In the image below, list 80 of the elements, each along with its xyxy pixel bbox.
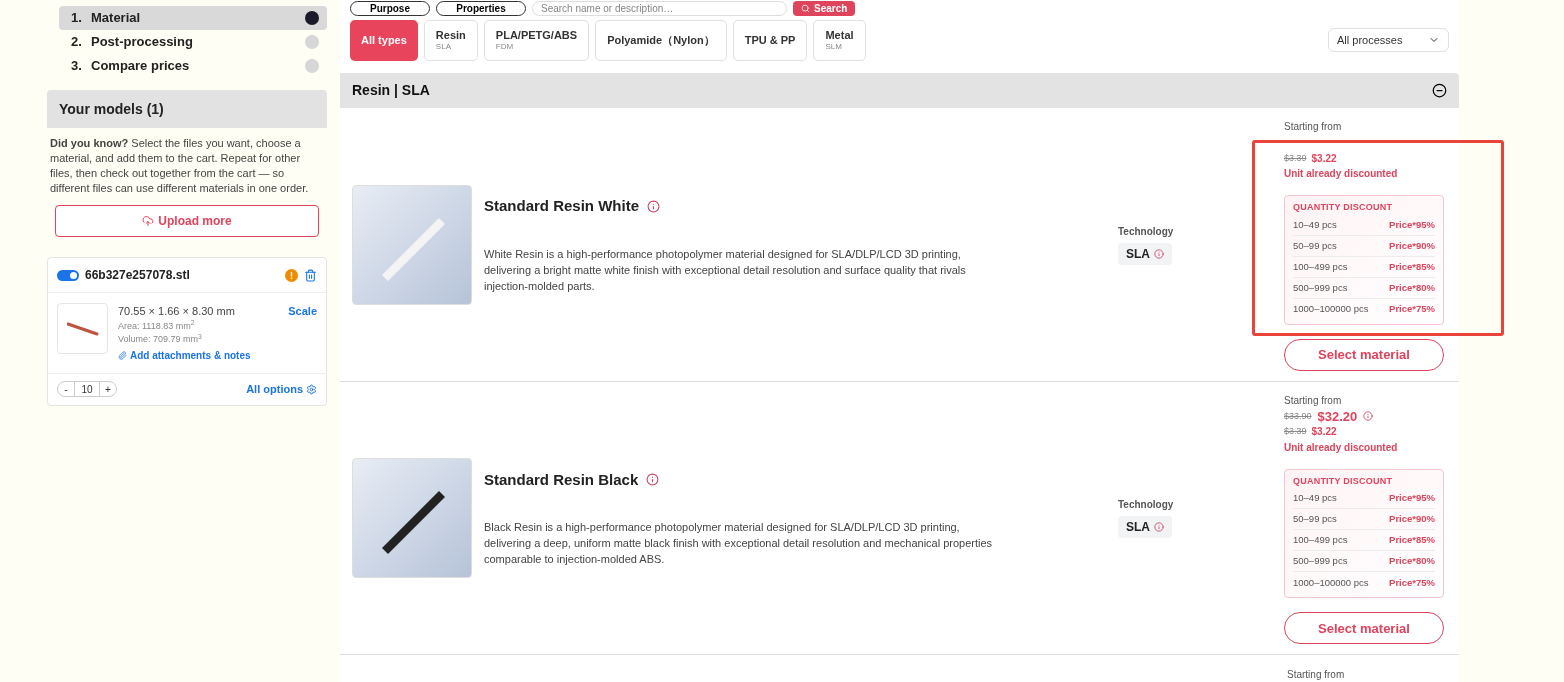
- volume-text: Volume: 709.79 mm$^{3}$: [118, 333, 203, 346]
- info-icon[interactable]: [646, 473, 660, 487]
- discount-rate: Price*80%: [1389, 554, 1435, 569]
- starting-from-label: Starting from: [1284, 120, 1343, 135]
- search-icon: [801, 4, 810, 14]
- cloud-upload-icon: [142, 215, 155, 227]
- type-tab[interactable]: PLA/PETG/ABS FDM: [483, 19, 590, 61]
- step-item[interactable]: 3. Compare prices: [59, 54, 327, 78]
- unit-price: $3.22: [1311, 152, 1337, 166]
- quantity-range: 10–49 pcs: [1293, 491, 1337, 506]
- collapse-icon[interactable]: [1432, 83, 1447, 99]
- discount-title: QUANTITY DISCOUNT: [1293, 474, 1394, 488]
- discount-title: QUANTITY DISCOUNT: [1293, 201, 1394, 215]
- warning-icon: [285, 268, 298, 282]
- area-text: Area: 1118.83 mm$^{2}$: [118, 319, 196, 333]
- section-header[interactable]: Resin | SLA: [340, 72, 1459, 109]
- search-button[interactable]: Search: [793, 1, 856, 17]
- quantity-range: 100–499 pcs: [1293, 259, 1348, 274]
- price: $32.20: [1317, 407, 1358, 426]
- search-field[interactable]: Search name or description…: [532, 1, 787, 17]
- quantity-range: 500–999 pcs: [1293, 554, 1348, 569]
- type-tab[interactable]: All types: [350, 19, 418, 61]
- discount-rate: Price*95%: [1389, 491, 1435, 506]
- discount-rate: Price*85%: [1389, 533, 1435, 548]
- technology-badge: SLA: [1118, 516, 1172, 539]
- trash-icon[interactable]: [304, 268, 317, 282]
- quantity-range: 10–49 pcs: [1293, 217, 1337, 232]
- minus-button[interactable]: -: [58, 381, 74, 397]
- material-description: White Resin is a high-performance photopolymer material designed for SLA/DLP/LCD 3D printing, delivering a bright matte white finish with exceptional detail resolution and surface quality that rivals injection-molded parts.: [484, 246, 967, 294]
- type-tab[interactable]: Metal SLM: [813, 19, 866, 61]
- settings-icon: [306, 383, 317, 395]
- unit-price: $3.22: [1311, 425, 1337, 440]
- old-price: $33.90: [1284, 409, 1312, 423]
- quantity-range: 50–99 pcs: [1293, 512, 1337, 527]
- technology-label: Technology: [1118, 225, 1175, 240]
- select-material-button[interactable]: Select material: [1284, 612, 1444, 645]
- quantity-range: 1000–100000 pcs: [1293, 575, 1369, 590]
- paperclip-icon: [118, 350, 127, 360]
- tip-text: Did you know? Select the files you want, choose a material, and add them to the cart. Repeat for other files, then check out together from the cart — so different files can use different materials in one order.: [49, 136, 310, 196]
- discount-rate: Price*75%: [1389, 575, 1435, 590]
- file-name: 66b327e257078.stl: [85, 267, 191, 284]
- plus-button[interactable]: +: [100, 381, 116, 397]
- starting-from-label: Starting from: [1287, 668, 1345, 682]
- material-name: Standard Resin Black: [484, 469, 639, 490]
- quantity-range: 500–999 pcs: [1293, 280, 1348, 295]
- info-icon[interactable]: [647, 200, 661, 214]
- material-name: Standard Resin White: [484, 196, 640, 217]
- technology-badge: SLA: [1118, 243, 1172, 266]
- attachments-link[interactable]: Add attachments & notes: [118, 347, 317, 363]
- quantity-field[interactable]: 10: [74, 381, 100, 397]
- all-options-link[interactable]: All options: [246, 380, 317, 398]
- discount-rate: Price*95%: [1389, 217, 1435, 232]
- quantity-range: 100–499 pcs: [1293, 533, 1348, 548]
- select-material-button[interactable]: Select material: [1284, 339, 1444, 371]
- technology-label: Technology: [1118, 498, 1175, 513]
- type-tab[interactable]: Resin SLA: [423, 19, 478, 61]
- discount-note: Unit already discounted: [1284, 167, 1399, 182]
- discount-rate: Price*90%: [1389, 238, 1435, 253]
- old-unit-price: $3.39: [1284, 425, 1307, 438]
- toggle-switch[interactable]: [57, 269, 79, 281]
- step-item[interactable]: 1. Material: [59, 6, 327, 30]
- discount-rate: Price*90%: [1389, 512, 1435, 527]
- upload-more-button[interactable]: Upload more: [55, 205, 319, 237]
- material-description: Black Resin is a high-performance photopolymer material designed for SLA/DLP/LCD 3D printing, delivering a deep, uniform matte black finish with exceptional detail resolution and mechanical properties comparable to injection-molded ABS.: [484, 520, 994, 568]
- quantity-range: 50–99 pcs: [1293, 238, 1337, 253]
- discount-rate: Price*75%: [1389, 302, 1435, 317]
- info-icon[interactable]: [1363, 411, 1374, 422]
- discount-rate: Price*80%: [1389, 280, 1435, 295]
- discount-note: Unit already discounted: [1284, 440, 1399, 455]
- type-tab[interactable]: Polyamide（Nylon）: [595, 19, 727, 61]
- discount-rate: Price*85%: [1389, 259, 1435, 274]
- scale-link[interactable]: Scale: [288, 303, 317, 320]
- type-tab[interactable]: TPU & PP: [732, 19, 808, 61]
- quantity-range: 1000–100000 pcs: [1293, 302, 1369, 317]
- old-unit-price: $3.39: [1284, 151, 1307, 165]
- starting-from-label: Starting from: [1284, 393, 1343, 408]
- dimensions-text: 70.55 × 1.66 × 8.30 mm: [118, 304, 235, 319]
- process-select[interactable]: All processes: [1328, 28, 1449, 53]
- models-header: Your models (1): [47, 90, 327, 128]
- step-item[interactable]: 2. Post-processing: [59, 30, 327, 54]
